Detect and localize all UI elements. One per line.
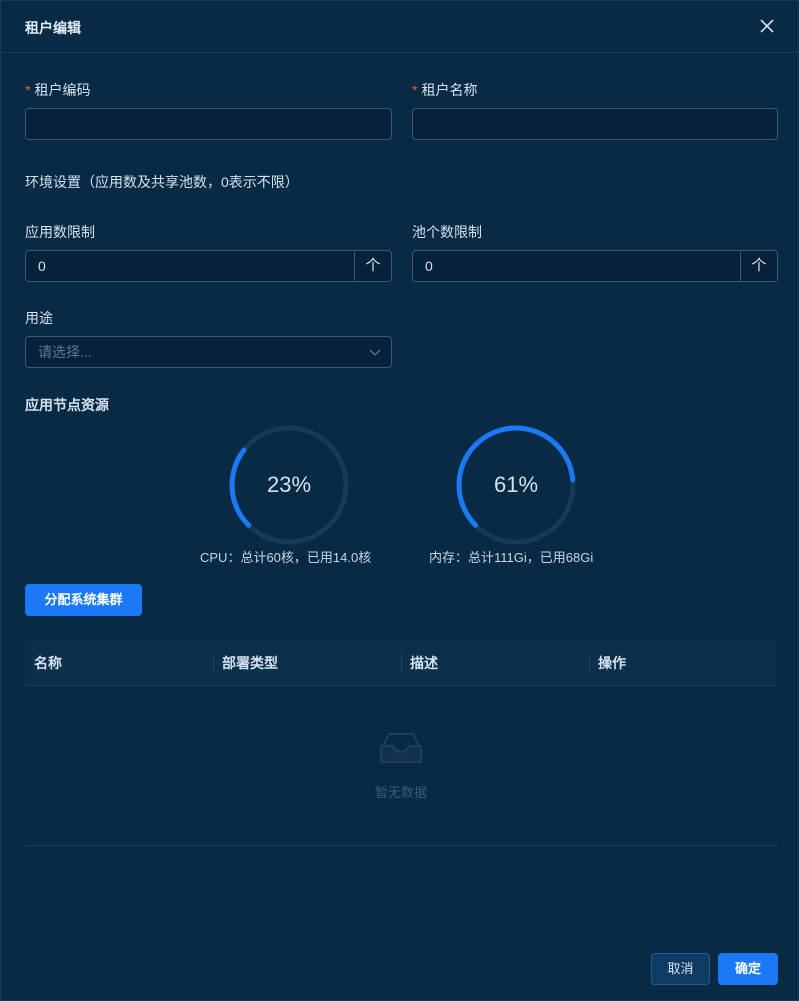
app-limit-unit-button[interactable]: 个 <box>354 251 391 281</box>
confirm-button[interactable]: 确定 <box>718 953 778 985</box>
memory-caption: 内存：总计111Gi，已用68Gi <box>429 550 594 565</box>
tenant-code-label-text: 租户编码 <box>34 82 91 98</box>
chevron-down-icon <box>369 349 381 356</box>
resources-title: 应用节点资源 <box>25 397 109 413</box>
app-limit-value[interactable]: 0 <box>38 251 46 281</box>
required-mark: * <box>412 82 418 98</box>
dialog-title: 租户编辑 <box>25 20 81 36</box>
purpose-select[interactable]: 请选择... <box>25 336 392 368</box>
empty-inbox-icon <box>380 733 422 763</box>
table-header: 名称 部署类型 描述 操作 <box>25 640 777 686</box>
purpose-label: 用途 <box>25 310 53 326</box>
assign-cluster-button[interactable]: 分配系统集群 <box>25 584 142 616</box>
tenant-code-input[interactable] <box>25 108 392 140</box>
cpu-percent: 23% <box>266 472 312 497</box>
close-icon[interactable] <box>756 15 778 37</box>
table-empty-state: 暂无数据 <box>25 686 777 846</box>
pool-limit-input[interactable]: 0 个 <box>412 250 778 282</box>
cpu-caption: CPU：总计60核，已用14.0核 <box>200 550 372 565</box>
cpu-gauge: 23% <box>227 423 351 547</box>
column-header-description: 描述 <box>410 655 438 671</box>
app-limit-label: 应用数限制 <box>25 224 95 240</box>
tenant-code-label: * 租户编码 <box>25 80 90 100</box>
dialog-header: 租户编辑 <box>1 1 798 53</box>
required-mark: * <box>25 82 31 98</box>
cancel-button[interactable]: 取消 <box>651 953 710 985</box>
column-header-name: 名称 <box>34 655 62 671</box>
pool-limit-label: 池个数限制 <box>412 224 482 240</box>
tenant-name-input[interactable] <box>412 108 778 140</box>
env-settings-label: 环境设置（应用数及共享池数，0表示不限） <box>25 174 299 190</box>
purpose-placeholder: 请选择... <box>38 344 92 360</box>
pool-limit-value[interactable]: 0 <box>425 251 433 281</box>
app-limit-input[interactable]: 0 个 <box>25 250 392 282</box>
tenant-edit-dialog: 租户编辑 * 租户编码 * 租户名称 环境设置（应用数及共享池数，0表示不限） 应用… <box>0 0 799 1001</box>
tenant-name-label-text: 租户名称 <box>421 82 478 98</box>
empty-text: 暂无数据 <box>374 785 427 800</box>
tenant-name-label: * 租户名称 <box>412 80 477 100</box>
memory-gauge: 61% <box>454 423 578 547</box>
pool-limit-unit-button[interactable]: 个 <box>740 251 777 281</box>
column-header-deploy-type: 部署类型 <box>222 655 278 671</box>
column-header-actions: 操作 <box>598 655 626 671</box>
memory-percent: 61% <box>493 472 539 497</box>
